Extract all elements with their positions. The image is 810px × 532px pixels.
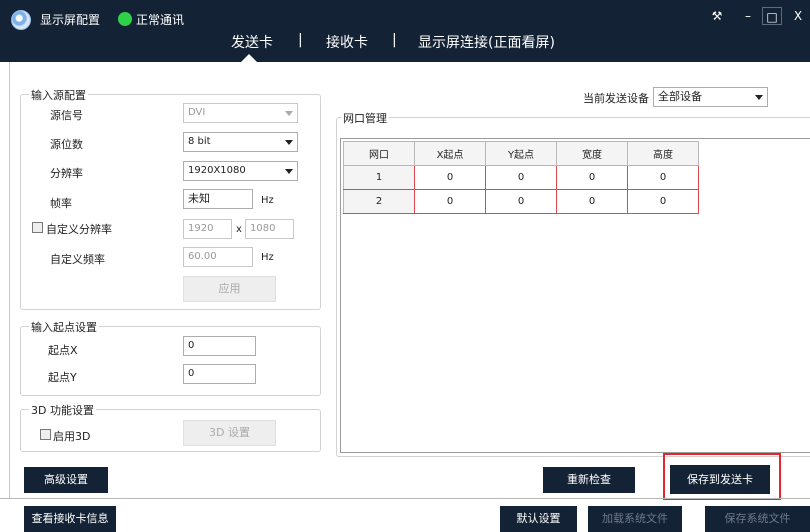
- active-tab-caret-icon: [241, 54, 257, 62]
- three-d-title: 3D 功能设置: [29, 402, 96, 418]
- three-d-settings-button[interactable]: 3D 设置: [183, 420, 276, 446]
- table-cell[interactable]: 0: [485, 165, 557, 190]
- custom-resolution-checkbox[interactable]: [32, 222, 43, 233]
- enable-3d-label: 启用3D: [53, 430, 91, 443]
- chevron-down-icon: [285, 111, 293, 116]
- start-x-input[interactable]: 0: [183, 336, 256, 356]
- default-settings-button[interactable]: 默认设置: [500, 506, 577, 532]
- network-port-title: 网口管理: [341, 110, 389, 126]
- enable-3d-checkbox[interactable]: [40, 429, 51, 440]
- title-bar: 显示屏配置 正常通讯 发送卡 | 接收卡 | 显示屏连接(正面看屏) ⚒ – □…: [0, 0, 810, 62]
- custom-width-input[interactable]: 1920: [183, 219, 232, 239]
- framerate-unit: Hz: [261, 195, 274, 206]
- table-cell: 1: [343, 165, 415, 190]
- custom-frequency-label: 自定义频率: [50, 253, 105, 266]
- custom-frequency-input[interactable]: 60.00: [183, 247, 253, 267]
- tab-receive-card[interactable]: 接收卡: [326, 32, 368, 52]
- table-cell[interactable]: 0: [414, 165, 486, 190]
- custom-frequency-unit: Hz: [261, 252, 274, 263]
- tab-separator: |: [392, 32, 397, 48]
- minimize-button[interactable]: –: [738, 7, 758, 25]
- apply-button[interactable]: 应用: [183, 276, 276, 302]
- current-device-label: 当前发送设备: [583, 92, 649, 105]
- bit-depth-label: 源位数: [50, 138, 83, 151]
- start-x-label: 起点X: [48, 344, 78, 357]
- app-title: 显示屏配置: [40, 13, 101, 27]
- table-cell[interactable]: 0: [556, 189, 628, 214]
- column-header: 高度: [627, 141, 699, 166]
- tab-separator: |: [298, 32, 303, 48]
- table-cell[interactable]: 0: [485, 189, 557, 214]
- start-point-title: 输入起点设置: [29, 319, 99, 335]
- custom-height-input[interactable]: 1080: [245, 219, 294, 239]
- network-port-table: 网口 X起点 Y起点 宽度 高度 1 0 0 0 0 2 0 0 0 0: [343, 141, 699, 214]
- column-header: Y起点: [485, 141, 557, 166]
- tab-screen-connection[interactable]: 显示屏连接(正面看屏): [418, 32, 555, 52]
- app-logo-icon: [11, 10, 31, 30]
- column-header: 网口: [343, 141, 415, 166]
- signal-label: 源信号: [50, 109, 83, 122]
- column-header: X起点: [414, 141, 486, 166]
- advanced-settings-button[interactable]: 高级设置: [24, 467, 108, 493]
- table-cell[interactable]: 0: [627, 189, 699, 214]
- resolution-label: 分辨率: [50, 167, 83, 180]
- table-header-row: 网口 X起点 Y起点 宽度 高度: [343, 141, 699, 166]
- status-text: 正常通讯: [136, 13, 185, 27]
- close-button[interactable]: X: [788, 7, 808, 25]
- save-system-file-button[interactable]: 保存系统文件: [705, 506, 810, 532]
- start-point-group: 输入起点设置: [20, 319, 321, 396]
- resolution-select[interactable]: 1920X1080: [183, 161, 298, 181]
- table-cell[interactable]: 0: [627, 165, 699, 190]
- framerate-field: 未知: [183, 189, 253, 209]
- signal-select: DVI: [183, 103, 298, 123]
- chevron-down-icon: [755, 95, 763, 100]
- tool-icon[interactable]: ⚒: [707, 7, 727, 25]
- chevron-down-icon: [285, 140, 293, 145]
- custom-resolution-label: 自定义分辨率: [46, 223, 112, 236]
- framerate-label: 帧率: [50, 197, 72, 210]
- device-select[interactable]: 全部设备: [653, 87, 768, 107]
- start-y-label: 起点Y: [48, 371, 77, 384]
- chevron-down-icon: [285, 169, 293, 174]
- highlight-box: [663, 453, 781, 500]
- table-cell: 2: [343, 189, 415, 214]
- table-cell[interactable]: 0: [556, 165, 628, 190]
- recheck-button[interactable]: 重新检查: [543, 467, 635, 493]
- view-receiver-card-info-button[interactable]: 查看接收卡信息: [24, 506, 116, 532]
- custom-x-label: x: [236, 224, 242, 235]
- table-cell[interactable]: 0: [414, 189, 486, 214]
- maximize-button[interactable]: □: [762, 7, 782, 25]
- divider: [0, 498, 810, 499]
- start-y-input[interactable]: 0: [183, 364, 256, 384]
- bit-depth-select[interactable]: 8 bit: [183, 132, 298, 152]
- status-indicator-icon: [118, 12, 132, 26]
- table-row[interactable]: 2 0 0 0 0: [343, 189, 699, 214]
- input-source-title: 输入源配置: [29, 87, 88, 103]
- column-header: 宽度: [556, 141, 628, 166]
- tab-send-card[interactable]: 发送卡: [231, 32, 273, 52]
- load-system-file-button[interactable]: 加载系统文件: [588, 506, 682, 532]
- table-row[interactable]: 1 0 0 0 0: [343, 165, 699, 190]
